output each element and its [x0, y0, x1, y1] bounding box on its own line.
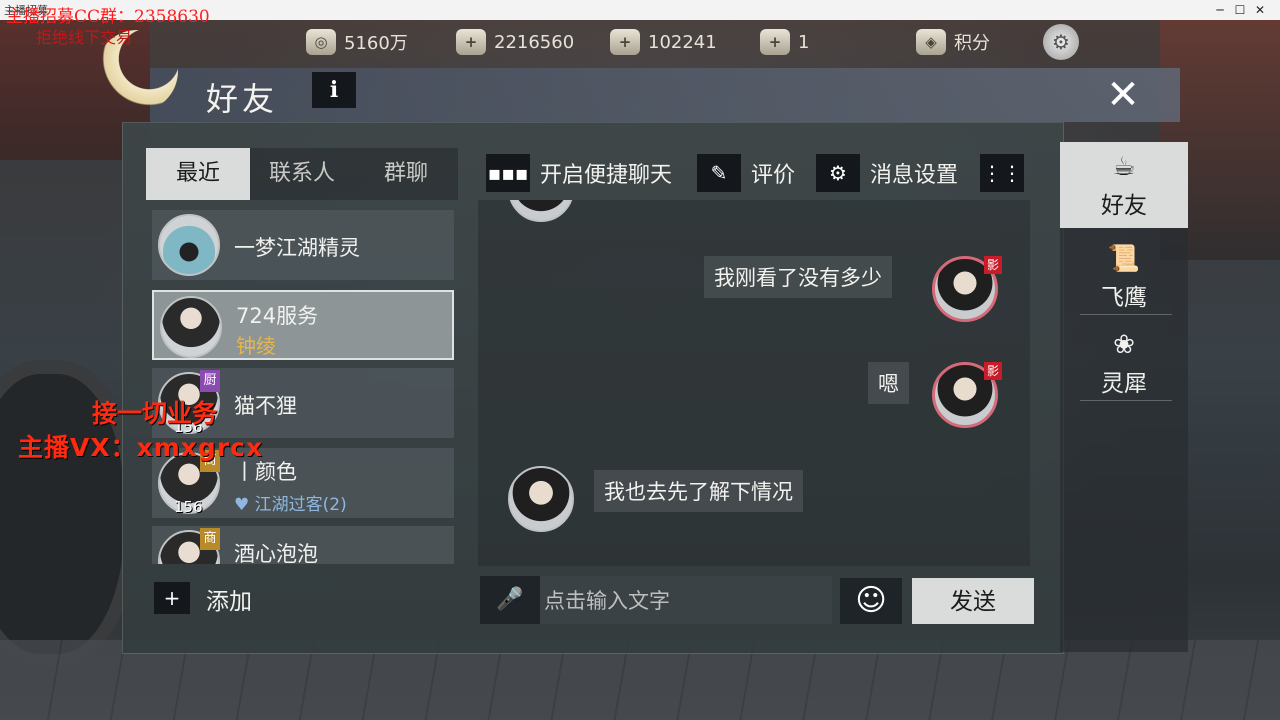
shield-badge-icon: ◈ [916, 29, 946, 55]
message-composer: 🎤 [480, 576, 832, 626]
avatar [160, 296, 222, 358]
settings-emblem-icon[interactable]: ⚙ [1043, 24, 1079, 60]
gear-icon: ⚙ [816, 154, 860, 192]
message-bubble: 嗯 [868, 362, 909, 404]
charm-icon: ❀ [1113, 330, 1135, 360]
info-button[interactable]: i [312, 72, 356, 108]
points-button[interactable]: ◈ 积分 [916, 28, 990, 56]
quick-chat-label: 开启便捷聊天 [540, 163, 673, 188]
scroll-icon: 📜 [1107, 244, 1141, 274]
grid-menu-icon: ⋮⋮ [980, 154, 1024, 192]
quick-chat-button[interactable]: ▪▪▪ 开启便捷聊天 [486, 154, 672, 192]
resource-coins[interactable]: ◎ 5160万 [306, 28, 408, 56]
film-reel-icon: ◎ [306, 29, 336, 55]
shadow-tag: 影 [984, 362, 1002, 380]
tab-group-chat[interactable]: 群聊 [354, 148, 458, 200]
resource-value: 102241 [648, 31, 717, 53]
overlay-vx-text: 主播VX：xmxgrcx [18, 433, 264, 462]
list-item[interactable]: 商 酒心泡泡 [152, 526, 454, 564]
divider [1080, 400, 1172, 401]
avatar [508, 466, 574, 532]
microphone-icon[interactable]: 🎤 [480, 576, 540, 624]
emoji-button[interactable]: ☺ [840, 578, 902, 624]
rate-button[interactable]: ✎ 评价 [697, 154, 795, 192]
message-settings-label: 消息设置 [870, 163, 959, 188]
points-label: 积分 [954, 33, 990, 54]
teapot-icon: ☕ [1112, 152, 1136, 182]
chef-badge: 厨 [200, 370, 220, 392]
contact-list: 一梦江湖精灵 724服务 钟绫 厨 156 猫不狸 商 156 丨颜色 ♥ 江湖… [152, 210, 454, 564]
jade-icon: + [610, 29, 640, 55]
overlay-business-text: 接一切业务 [92, 399, 218, 428]
panel-header [150, 68, 1180, 122]
resource-value: 1 [798, 31, 810, 53]
gold-ingot-icon: + [760, 29, 790, 55]
contact-subtitle: ♥ 江湖过客(2) [234, 490, 347, 515]
heart-icon: ♥ [234, 495, 255, 515]
contact-subtitle: 钟绫 [236, 334, 276, 358]
list-item[interactable]: 724服务 钟绫 [152, 290, 454, 360]
smiley-icon: ☺ [855, 583, 887, 618]
contact-name: 酒心泡泡 [234, 542, 318, 564]
brush-icon: ✎ [697, 154, 741, 192]
resource-value: 2216560 [494, 31, 575, 53]
message-settings-button[interactable]: ⚙ 消息设置 [816, 154, 958, 192]
contact-name: 一梦江湖精灵 [234, 236, 360, 260]
contact-tabs: 最近 联系人 群聊 [146, 148, 458, 200]
side-tab-eagle[interactable]: 📜 飞鹰 [1060, 234, 1188, 320]
contact-name: 724服务 [236, 304, 319, 328]
message-bubble: 我也去先了解下情况 [594, 470, 803, 512]
divider [1080, 314, 1172, 315]
send-button[interactable]: 发送 [912, 578, 1034, 624]
add-friend-button[interactable]: + 添加 [146, 570, 458, 626]
close-panel-button[interactable]: ✕ [1092, 70, 1154, 120]
silver-ingot-icon: + [456, 29, 486, 55]
avatar [508, 200, 574, 222]
resource-jade[interactable]: + 102241 [610, 28, 717, 56]
side-tab-label: 灵犀 [1101, 371, 1147, 397]
side-tabs: ☕ 好友 📜 飞鹰 ❀ 灵犀 [1060, 142, 1188, 652]
contact-name: 猫不狸 [234, 394, 297, 418]
chat-history[interactable]: 我刚看了没有多少 影 嗯 影 我也去先了解下情况 [478, 200, 1030, 566]
page-title: 好友 [206, 80, 279, 118]
tab-contacts[interactable]: 联系人 [250, 148, 354, 200]
side-tab-label: 飞鹰 [1101, 285, 1147, 311]
list-item[interactable]: 一梦江湖精灵 [152, 210, 454, 280]
shadow-tag: 影 [984, 256, 1002, 274]
add-label: 添加 [206, 589, 252, 615]
side-tab-lingxi[interactable]: ❀ 灵犀 [1060, 320, 1188, 406]
level-label: 156 [174, 498, 203, 516]
resource-gold[interactable]: + 1 [760, 28, 809, 56]
more-button[interactable]: ⋮⋮ [980, 154, 1024, 192]
contact-relation: 江湖过客(2) [254, 495, 347, 515]
side-tab-label: 好友 [1101, 193, 1147, 219]
merchant-badge: 商 [200, 528, 220, 550]
add-user-icon: + [154, 582, 190, 614]
message-bubble: 我刚看了没有多少 [704, 256, 892, 298]
resource-silver[interactable]: + 2216560 [456, 28, 574, 56]
message-input[interactable] [542, 576, 832, 626]
rate-label: 评价 [751, 163, 796, 188]
tab-recent[interactable]: 最近 [146, 148, 250, 200]
speech-bubble-icon: ▪▪▪ [486, 154, 530, 192]
resource-value: 5160万 [344, 33, 408, 54]
close-window-button[interactable]: ✕ [1240, 0, 1280, 20]
overlay-offline-text: 拒绝线下交易 [36, 28, 133, 47]
avatar [158, 214, 220, 276]
side-tab-friends[interactable]: ☕ 好友 [1060, 142, 1188, 228]
